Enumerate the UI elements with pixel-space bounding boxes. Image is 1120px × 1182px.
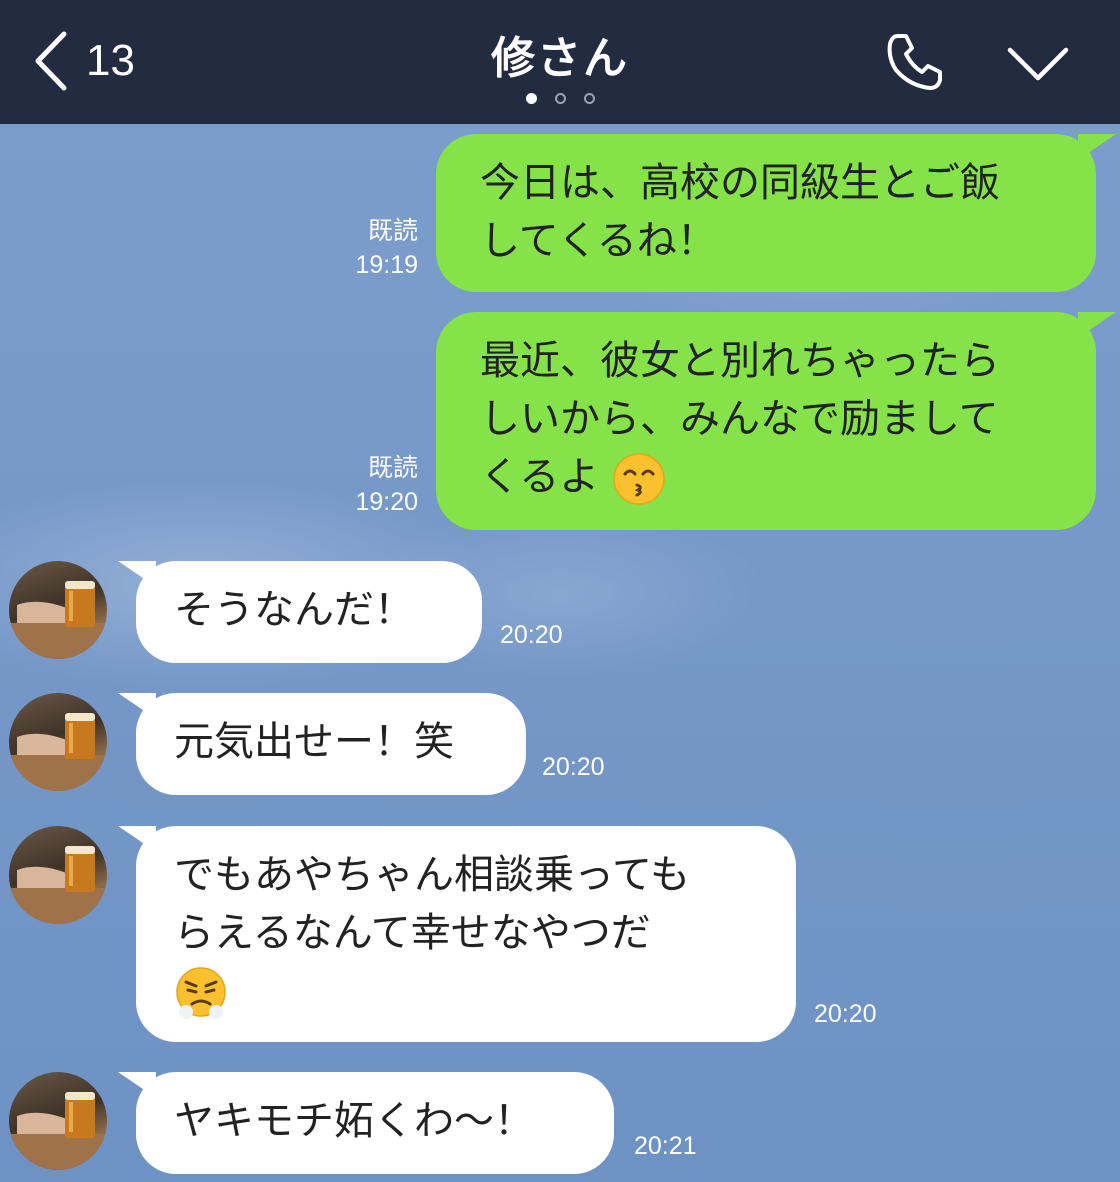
outgoing-message-bubble[interactable]: 今日は、高校の同級生とご飯 してくるね！ xyxy=(436,134,1096,292)
beer-glass-icon xyxy=(9,581,107,659)
avatar[interactable] xyxy=(9,561,107,659)
call-button[interactable] xyxy=(884,30,946,92)
message-line: 元気出せー！笑 xyxy=(174,719,454,765)
chat-title: 修さん xyxy=(491,33,629,84)
bubble-tail xyxy=(118,561,156,587)
menu-toggle-button[interactable] xyxy=(1006,44,1070,84)
avatar[interactable] xyxy=(9,693,107,791)
beer-glass-icon xyxy=(9,713,107,791)
beer-glass-icon xyxy=(9,846,107,924)
bubble-tail xyxy=(118,693,156,719)
beer-glass-icon xyxy=(9,1092,107,1170)
chat-header: 13 修さん xyxy=(0,0,1120,124)
outgoing-message-bubble[interactable]: 最近、彼女と別れちゃったら しいから、みんなで励まして くるよ xyxy=(436,312,1096,530)
read-receipt: 既読 xyxy=(367,217,418,245)
chevron-down-icon xyxy=(1007,47,1069,81)
read-receipt: 既読 xyxy=(367,454,418,482)
face-with-steam-from-nose-emoji xyxy=(176,967,226,1019)
message-time: 19:19 xyxy=(355,251,418,279)
message-line: してくるね！ xyxy=(480,218,717,264)
message-meta: 既読 19:19 xyxy=(330,214,418,282)
incoming-message-bubble[interactable]: 元気出せー！笑 xyxy=(136,693,526,795)
message-line: らえるなんて幸せなやつだ xyxy=(174,910,651,956)
bubble-tail xyxy=(118,826,156,852)
page-dot xyxy=(583,93,595,104)
message-time: 20:20 xyxy=(814,1000,877,1028)
message-line: ヤキモチ妬くわ〜！ xyxy=(174,1098,534,1144)
bubble-tail xyxy=(1078,312,1116,338)
kissing-smiling-eyes-emoji xyxy=(613,453,665,505)
bubble-tail xyxy=(118,1072,156,1098)
message-line: しいから、みんなで励まして xyxy=(480,396,999,442)
message-time: 20:20 xyxy=(500,621,563,649)
incoming-message-bubble[interactable]: ヤキモチ妬くわ〜！ xyxy=(136,1072,614,1174)
message-line: くるよ xyxy=(480,454,600,500)
bubble-tail xyxy=(1078,134,1116,160)
avatar[interactable] xyxy=(9,1072,107,1170)
phone-icon xyxy=(887,34,942,90)
page-dot-active xyxy=(525,93,537,104)
page-dot xyxy=(554,93,566,104)
avatar[interactable] xyxy=(9,826,107,924)
message-meta: 既読 19:20 xyxy=(330,451,418,519)
message-line: そうなんだ！ xyxy=(174,587,414,633)
incoming-message-bubble[interactable]: そうなんだ！ xyxy=(136,561,482,663)
message-time: 19:20 xyxy=(355,488,418,516)
page-indicator xyxy=(0,93,1120,104)
message-line: 今日は、高校の同級生とご飯 xyxy=(480,160,1000,206)
message-line: 最近、彼女と別れちゃったら xyxy=(480,338,1000,384)
message-time: 20:21 xyxy=(634,1132,697,1160)
message-line: でもあやちゃん相談乗っても xyxy=(174,852,690,898)
chat-area[interactable]: 既読 19:19 今日は、高校の同級生とご飯 してくるね！ 既読 19:20 最… xyxy=(0,124,1120,1182)
incoming-message-bubble[interactable]: でもあやちゃん相談乗っても らえるなんて幸せなやつだ xyxy=(136,826,796,1042)
message-time: 20:20 xyxy=(542,753,605,781)
